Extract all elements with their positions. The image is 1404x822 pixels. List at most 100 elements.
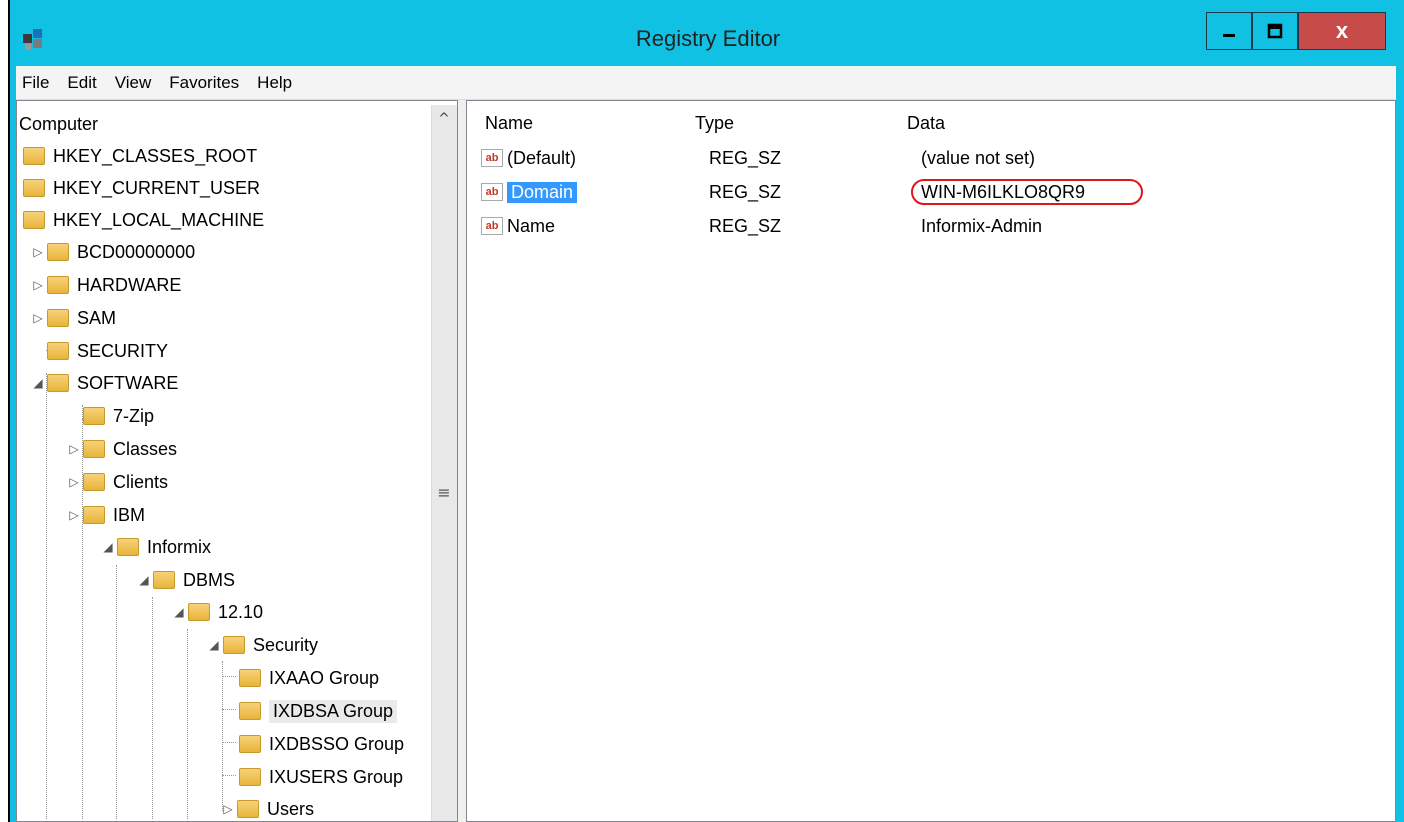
- tree-item-hkey-classes-root[interactable]: HKEY_CLASSES_ROOT: [23, 141, 257, 171]
- tree-item-security[interactable]: SECURITY: [31, 336, 168, 366]
- string-value-icon: ab: [481, 183, 503, 201]
- value-type: REG_SZ: [709, 182, 782, 202]
- red-highlight-annotation: [911, 179, 1143, 205]
- window-title: Registry Editor: [635, 26, 781, 51]
- tree-guide: [46, 373, 47, 819]
- tree-item-12-10[interactable]: ◢ 12.10: [172, 597, 263, 627]
- tree-item-users[interactable]: ▷ Users: [221, 794, 315, 821]
- tree-item-label: Classes: [113, 438, 178, 459]
- tree-item-label: 12.10: [218, 601, 264, 622]
- column-header-name[interactable]: Name: [485, 113, 533, 134]
- expand-arrow-icon[interactable]: ▷: [67, 475, 81, 489]
- tree-root-computer[interactable]: Computer: [19, 109, 98, 139]
- tree-item-label: Clients: [113, 471, 169, 492]
- tree-guide: [116, 565, 117, 819]
- expand-arrow-icon[interactable]: ▷: [67, 508, 81, 522]
- value-data: (value not set): [921, 148, 1036, 168]
- expand-arrow-icon[interactable]: ▷: [67, 442, 81, 456]
- tree-item-label: SECURITY: [77, 340, 169, 361]
- tree-guide: [152, 597, 153, 819]
- expand-arrow-icon[interactable]: ▷: [31, 245, 45, 259]
- tree-guide: [222, 676, 236, 677]
- pane-splitter[interactable]: [458, 100, 466, 822]
- maximize-button[interactable]: [1252, 12, 1298, 50]
- title-bar[interactable]: Registry Editor x: [10, 0, 1404, 64]
- expand-arrow-icon[interactable]: ▷: [221, 802, 235, 816]
- tree-item-label: BCD00000000: [77, 241, 196, 262]
- collapse-arrow-icon[interactable]: ◢: [172, 605, 186, 619]
- tree-item-label: DBMS: [183, 569, 236, 590]
- tree-item-clients[interactable]: ▷ Clients: [67, 467, 168, 497]
- tree-item-ibm[interactable]: ▷ IBM: [67, 500, 145, 530]
- tree-item-dbms[interactable]: ◢ DBMS: [137, 565, 235, 595]
- expand-arrow-icon[interactable]: ▷: [31, 311, 45, 325]
- folder-icon: [239, 735, 261, 753]
- string-value-icon: ab: [481, 217, 503, 235]
- minimize-button[interactable]: [1206, 12, 1252, 50]
- tree-item-hkey-local-machine[interactable]: HKEY_LOCAL_MACHINE: [23, 205, 264, 235]
- close-icon: x: [1335, 18, 1349, 43]
- minimize-icon: [1223, 34, 1235, 37]
- folder-icon: [83, 407, 105, 425]
- scroll-thumb-grip-icon[interactable]: ≡: [436, 485, 452, 501]
- tree-item-ixdbsa-group[interactable]: IXDBSA Group: [239, 696, 398, 726]
- tree-item-7-zip[interactable]: 7-Zip: [67, 401, 154, 431]
- column-header-type[interactable]: Type: [695, 113, 734, 134]
- tree-item-software[interactable]: ◢ SOFTWARE: [31, 368, 178, 398]
- menu-edit[interactable]: Edit: [67, 73, 96, 93]
- folder-icon: [47, 342, 69, 360]
- value-name: Name: [507, 215, 556, 236]
- menu-bar: File Edit View Favorites Help: [16, 66, 1396, 100]
- value-row-name[interactable]: ab Name REG_SZ Informix-Admin: [481, 211, 1381, 241]
- tree-guide: [222, 775, 236, 776]
- folder-icon: [223, 636, 245, 654]
- collapse-arrow-icon[interactable]: ◢: [101, 540, 115, 554]
- value-row-domain[interactable]: ab Domain REG_SZ WIN-M6ILKLO8QR9: [481, 177, 1381, 207]
- tree-item-bcd00000000[interactable]: ▷ BCD00000000: [31, 237, 195, 267]
- folder-icon: [83, 506, 105, 524]
- tree-item-label: Users: [267, 798, 315, 819]
- tree-vertical-scrollbar[interactable]: ^ ≡: [431, 105, 457, 821]
- tree-item-ixdbsso-group[interactable]: IXDBSSO Group: [239, 729, 404, 759]
- tree-guide: [222, 742, 236, 743]
- menu-help[interactable]: Help: [257, 73, 292, 93]
- tree-item-informix[interactable]: ◢ Informix: [101, 532, 211, 562]
- folder-icon: [47, 243, 69, 261]
- tree-item-ixusers-group[interactable]: IXUSERS Group: [239, 762, 403, 792]
- values-list-pane[interactable]: Name Type Data ab (Default) REG_SZ (valu…: [466, 100, 1396, 822]
- tree-item-hardware[interactable]: ▷ HARDWARE: [31, 270, 181, 300]
- value-name-selected: Domain: [507, 181, 578, 203]
- value-data: Informix-Admin: [921, 216, 1043, 236]
- value-row-default[interactable]: ab (Default) REG_SZ (value not set): [481, 143, 1381, 173]
- close-button[interactable]: x: [1298, 12, 1386, 50]
- collapse-arrow-icon[interactable]: ◢: [207, 638, 221, 652]
- collapse-arrow-icon[interactable]: ◢: [31, 376, 45, 390]
- folder-icon: [23, 179, 45, 197]
- tree-item-label: HARDWARE: [77, 274, 182, 295]
- value-type: REG_SZ: [709, 216, 782, 236]
- tree-item-ixaao-group[interactable]: IXAAO Group: [239, 663, 379, 693]
- registry-tree-pane[interactable]: Computer HKEY_CLASSES_ROOT HKEY_CURRENT_…: [16, 100, 458, 822]
- tree-item-hkey-current-user[interactable]: HKEY_CURRENT_USER: [23, 173, 260, 203]
- tree-item-classes[interactable]: ▷ Classes: [67, 434, 177, 464]
- registry-editor-window: Registry Editor x File Edit View Favorit…: [8, 0, 1404, 822]
- value-type: REG_SZ: [709, 148, 782, 168]
- tree-item-label: 7-Zip: [113, 405, 155, 426]
- menu-favorites[interactable]: Favorites: [169, 73, 239, 93]
- tree-item-security-key[interactable]: ◢ Security: [207, 630, 318, 660]
- tree-item-sam[interactable]: ▷ SAM: [31, 303, 116, 333]
- folder-icon: [23, 211, 45, 229]
- collapse-arrow-icon[interactable]: ◢: [137, 573, 151, 587]
- column-header-data[interactable]: Data: [907, 113, 945, 134]
- folder-icon: [188, 603, 210, 621]
- menu-view[interactable]: View: [115, 73, 152, 93]
- scroll-up-arrow-icon[interactable]: ^: [434, 107, 454, 131]
- expand-arrow-icon[interactable]: ▷: [31, 278, 45, 292]
- menu-file[interactable]: File: [22, 73, 49, 93]
- folder-icon: [47, 276, 69, 294]
- maximize-icon: [1267, 23, 1283, 39]
- tree-guide: [222, 661, 223, 811]
- tree-item-label: IXUSERS Group: [269, 766, 404, 787]
- folder-icon: [239, 669, 261, 687]
- folder-icon: [23, 147, 45, 165]
